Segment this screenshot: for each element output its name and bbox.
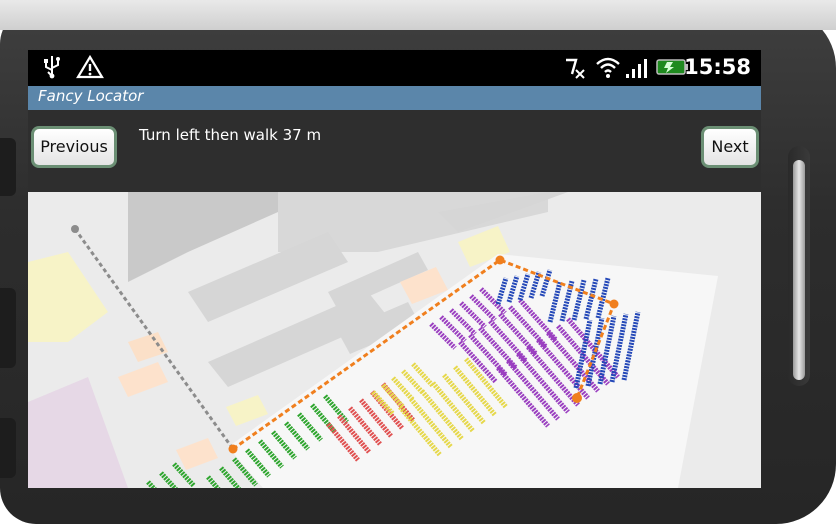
route-waypoint [228, 444, 238, 454]
navigation-bar: Previous Turn left then walk 37 m Next [28, 110, 761, 192]
phone-screen: 15:58 Fancy Locator Previous Turn left t… [28, 50, 761, 488]
direction-instruction: Turn left then walk 37 m [139, 126, 322, 144]
route-start-marker [71, 225, 79, 233]
route-destination-marker [572, 393, 582, 403]
speaker-slot [793, 160, 805, 380]
no-sound-icon [562, 54, 586, 88]
usb-icon [42, 54, 62, 88]
route-waypoint [495, 255, 505, 265]
app-title-bar: Fancy Locator [28, 86, 761, 110]
map-canvas[interactable] [28, 192, 761, 488]
side-button [0, 138, 16, 196]
side-button [0, 418, 16, 478]
status-bar: 15:58 [28, 50, 761, 86]
app-title: Fancy Locator [38, 87, 144, 105]
side-button [0, 288, 16, 368]
indoor-map[interactable] [28, 192, 761, 488]
next-button[interactable]: Next [701, 126, 759, 168]
warning-icon [76, 54, 104, 88]
clock: 15:58 [684, 55, 751, 79]
phone-top-edge [0, 0, 836, 30]
wifi-icon [594, 54, 622, 88]
previous-button[interactable]: Previous [31, 126, 117, 168]
route-waypoint [609, 299, 619, 309]
signal-icon [624, 54, 650, 88]
